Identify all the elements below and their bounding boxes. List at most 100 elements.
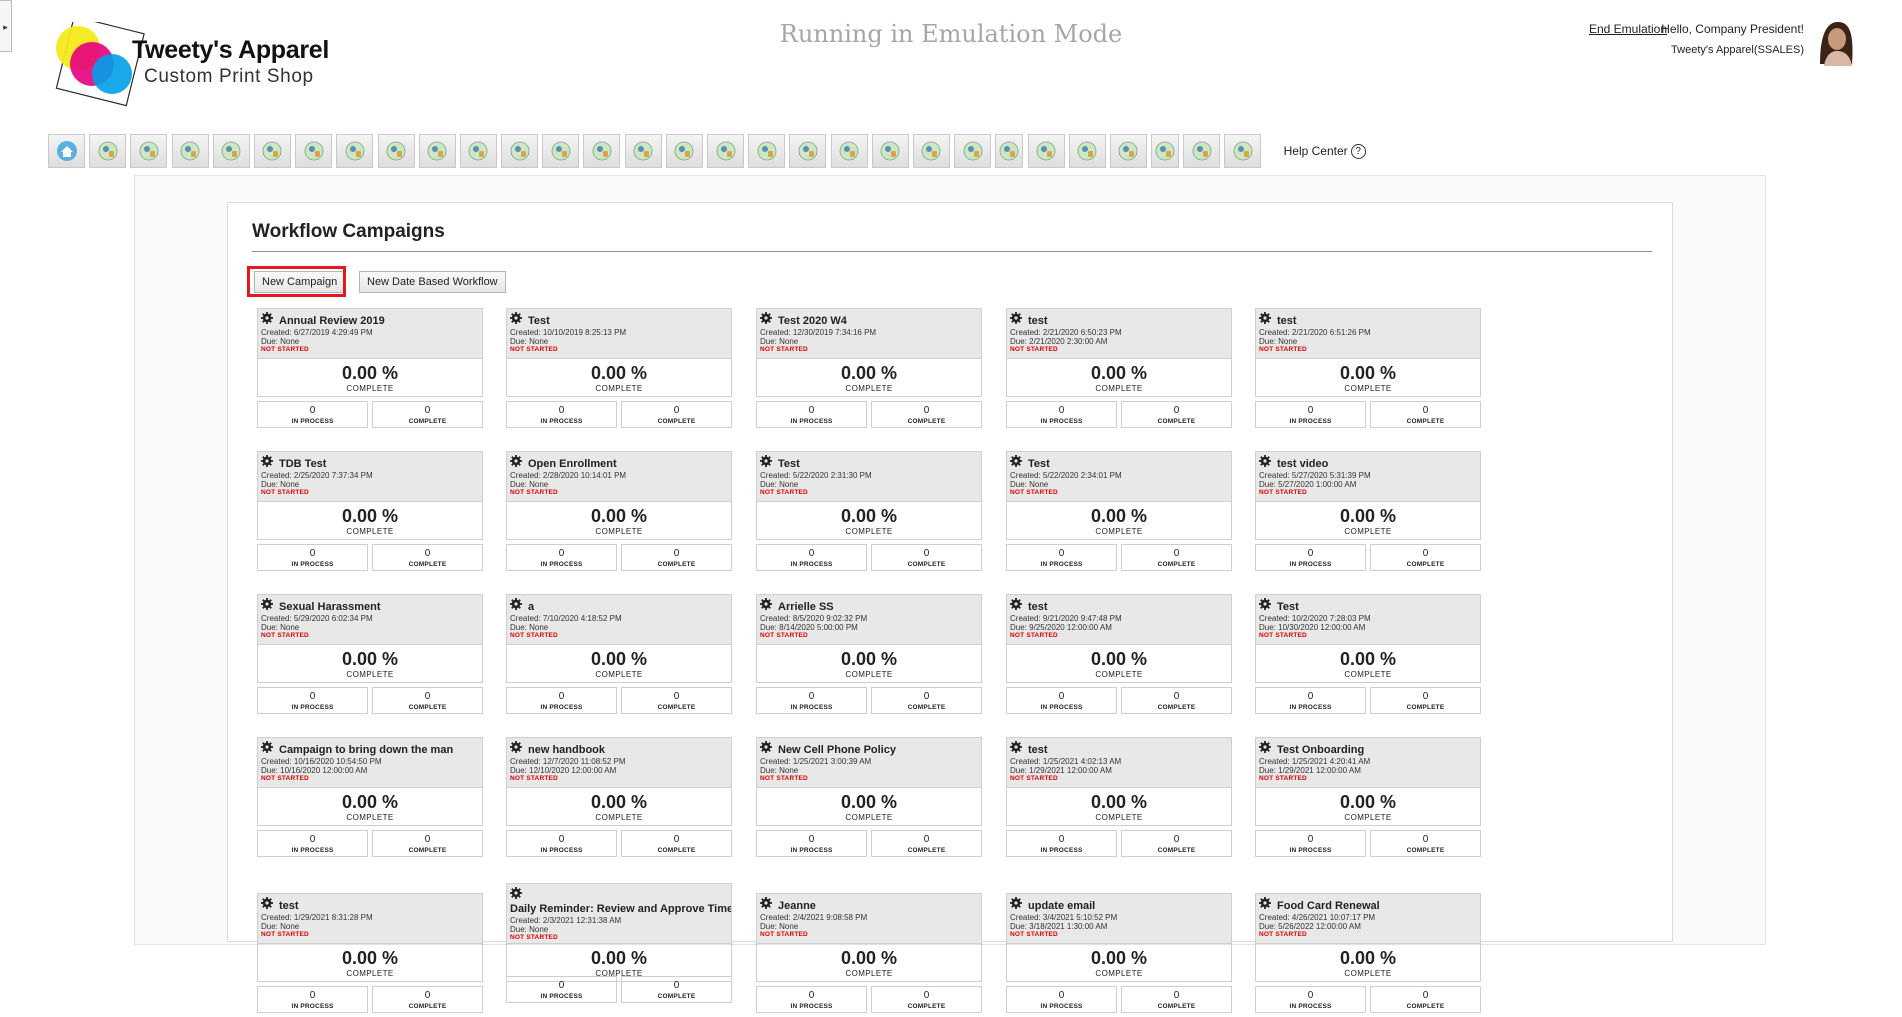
complete-count[interactable]: 0 COMPLETE [1370, 401, 1481, 428]
new-date-based-workflow-button[interactable]: New Date Based Workflow [359, 271, 506, 293]
toolbar-button-target[interactable] [542, 134, 580, 168]
toolbar-button-edit-document[interactable] [295, 134, 333, 168]
toolbar-button-org-chart[interactable] [253, 134, 291, 168]
campaign-name[interactable]: Daily Reminder: Review and Approve Timec… [510, 903, 731, 915]
in-process-count[interactable]: 0 IN PROCESS [1006, 401, 1117, 428]
toolbar-button-target[interactable] [418, 134, 456, 168]
complete-count[interactable]: 0 COMPLETE [1370, 830, 1481, 857]
campaign-name[interactable]: New Cell Phone Policy [778, 744, 896, 756]
toolbar-button-gift[interactable] [1109, 134, 1147, 168]
gear-icon[interactable] [760, 312, 772, 324]
in-process-count[interactable]: 0 IN PROCESS [257, 544, 368, 571]
toolbar-button-target[interactable] [459, 134, 497, 168]
campaign-card[interactable]: Food Card Renewal Created: 4/26/2021 10:0… [1255, 893, 1481, 1017]
gear-icon[interactable] [510, 887, 522, 899]
gear-icon[interactable] [760, 598, 772, 610]
help-center-link[interactable]: Help Center? [1284, 143, 1366, 159]
complete-count[interactable]: 0 COMPLETE [1121, 401, 1232, 428]
toolbar-button-home[interactable] [48, 134, 85, 168]
complete-count[interactable]: 0 COMPLETE [372, 544, 483, 571]
complete-count[interactable]: 0 COMPLETE [871, 830, 982, 857]
in-process-count[interactable]: 0 IN PROCESS [756, 986, 867, 1013]
gear-icon[interactable] [1259, 455, 1271, 467]
gear-icon[interactable] [760, 455, 772, 467]
campaign-name[interactable]: Sexual Harassment [279, 601, 381, 613]
campaign-name[interactable]: Food Card Renewal [1277, 900, 1380, 912]
gear-icon[interactable] [1010, 598, 1022, 610]
in-process-count[interactable]: 0 IN PROCESS [1255, 687, 1366, 714]
complete-count[interactable]: 0 COMPLETE [372, 830, 483, 857]
campaign-card[interactable]: Test Created: 5/22/2020 2:34:01 PM Due: No… [1006, 451, 1232, 575]
campaign-name[interactable]: TDB Test [279, 458, 326, 470]
campaign-name[interactable]: Test [1028, 458, 1050, 470]
campaign-name[interactable]: Campaign to bring down the man [279, 744, 453, 756]
campaign-card[interactable]: test Created: 2/21/2020 6:51:26 PM Due: No… [1255, 308, 1481, 432]
campaign-card[interactable]: test Created: 1/29/2021 8:31:28 PM Due: No… [257, 893, 483, 1017]
complete-count[interactable]: 0 COMPLETE [871, 986, 982, 1013]
in-process-count[interactable]: 0 IN PROCESS [257, 830, 368, 857]
toolbar-button-shield[interactable] [665, 134, 703, 168]
in-process-count[interactable]: 0 IN PROCESS [1255, 544, 1366, 571]
campaign-card[interactable]: Test Onboarding Created: 1/25/2021 4:20:4… [1255, 737, 1481, 861]
complete-count[interactable]: 0 COMPLETE [1121, 687, 1232, 714]
complete-count[interactable]: 0 COMPLETE [372, 986, 483, 1013]
toolbar-button-person-flag[interactable] [912, 134, 950, 168]
campaign-card[interactable]: Annual Review 2019 Created: 6/27/2019 4:2… [257, 308, 483, 432]
gear-icon[interactable] [1259, 741, 1271, 753]
campaign-card[interactable]: a Created: 7/10/2020 4:18:52 PM Due: None N… [506, 594, 732, 718]
new-campaign-button[interactable]: New Campaign [254, 271, 346, 293]
toolbar-button-presentation[interactable] [171, 134, 209, 168]
gear-icon[interactable] [261, 312, 273, 324]
in-process-count[interactable]: 0 IN PROCESS [506, 687, 617, 714]
in-process-count[interactable]: 0 IN PROCESS [1006, 687, 1117, 714]
campaign-name[interactable]: Test 2020 W4 [778, 315, 847, 327]
in-process-count[interactable]: 0 IN PROCESS [756, 401, 867, 428]
campaign-card[interactable]: Test Created: 10/2/2020 7:28:03 PM Due: 10… [1255, 594, 1481, 718]
campaign-card[interactable]: update email Created: 3/4/2021 5:10:52 PM… [1006, 893, 1232, 1017]
campaign-name[interactable]: test [1277, 315, 1297, 327]
in-process-count[interactable]: 0 IN PROCESS [257, 401, 368, 428]
campaign-name[interactable]: a [528, 601, 534, 613]
toolbar-button-person-tools[interactable] [748, 134, 786, 168]
complete-count[interactable]: 0 COMPLETE [621, 687, 732, 714]
campaign-name[interactable]: test [279, 900, 299, 912]
campaign-card[interactable]: Daily Reminder: Review and Approve Time c… [506, 883, 732, 1007]
toolbar-button-id-badge[interactable] [1068, 134, 1106, 168]
campaign-name[interactable]: new handbook [528, 744, 605, 756]
in-process-count[interactable]: 0 IN PROCESS [506, 976, 617, 1003]
campaign-name[interactable]: update email [1028, 900, 1095, 912]
toolbar-button-team-chart[interactable] [954, 134, 992, 168]
toolbar-button-money-bag[interactable] [871, 134, 909, 168]
in-process-count[interactable]: 0 IN PROCESS [257, 986, 368, 1013]
campaign-card[interactable]: test video Created: 5/27/2020 5:31:39 PM D… [1255, 451, 1481, 575]
gear-icon[interactable] [261, 741, 273, 753]
avatar[interactable] [1810, 18, 1858, 66]
campaign-name[interactable]: Test [1277, 601, 1299, 613]
toolbar-button-search-remove[interactable] [789, 134, 827, 168]
in-process-count[interactable]: 0 IN PROCESS [1006, 986, 1117, 1013]
campaign-card[interactable]: Test Created: 5/22/2020 2:31:30 PM Due: No… [756, 451, 982, 575]
campaign-card[interactable]: test Created: 2/21/2020 6:50:23 PM Due: 2/… [1006, 308, 1232, 432]
campaign-name[interactable]: Annual Review 2019 [279, 315, 385, 327]
in-process-count[interactable]: 0 IN PROCESS [506, 401, 617, 428]
campaign-card[interactable]: New Cell Phone Policy Created: 1/25/2021 … [756, 737, 982, 861]
campaign-name[interactable]: Jeanne [778, 900, 816, 912]
toolbar-button-document[interactable] [1151, 134, 1180, 168]
toolbar-button-bar-chart[interactable] [501, 134, 539, 168]
campaign-card[interactable]: Test 2020 W4 Created: 12/30/2019 7:34:16 … [756, 308, 982, 432]
complete-count[interactable]: 0 COMPLETE [871, 544, 982, 571]
campaign-card[interactable]: Test Created: 10/10/2019 8:25:13 PM Due: N… [506, 308, 732, 432]
campaign-name[interactable]: test video [1277, 458, 1328, 470]
gear-icon[interactable] [261, 455, 273, 467]
gear-icon[interactable] [510, 598, 522, 610]
complete-count[interactable]: 0 COMPLETE [621, 976, 732, 1003]
toolbar-button-person-arrows[interactable] [583, 134, 621, 168]
campaign-name[interactable]: test [1028, 744, 1048, 756]
gear-icon[interactable] [261, 598, 273, 610]
complete-count[interactable]: 0 COMPLETE [621, 544, 732, 571]
complete-count[interactable]: 0 COMPLETE [621, 830, 732, 857]
toolbar-button-money-bag[interactable] [336, 134, 374, 168]
in-process-count[interactable]: 0 IN PROCESS [756, 687, 867, 714]
complete-count[interactable]: 0 COMPLETE [1121, 544, 1232, 571]
gear-icon[interactable] [510, 741, 522, 753]
